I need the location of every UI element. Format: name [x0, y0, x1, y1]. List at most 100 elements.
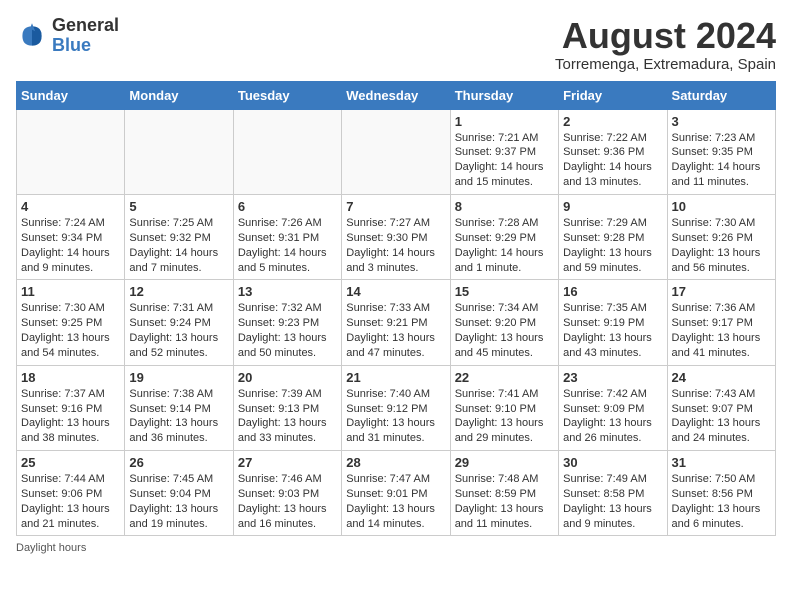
day-info: Sunrise: 7:25 AM Sunset: 9:32 PM Dayligh…	[129, 216, 228, 275]
day-info: Sunrise: 7:46 AM Sunset: 9:03 PM Dayligh…	[238, 472, 337, 531]
logo-line1: General	[52, 16, 119, 36]
day-info: Sunrise: 7:30 AM Sunset: 9:25 PM Dayligh…	[21, 301, 120, 360]
calendar-cell: 19 Sunrise: 7:38 AM Sunset: 9:14 PM Dayli…	[125, 365, 233, 450]
day-number: 27	[238, 455, 337, 470]
days-of-week-row: SundayMondayTuesdayWednesdayThursdayFrid…	[17, 81, 776, 109]
day-info: Sunrise: 7:39 AM Sunset: 9:13 PM Dayligh…	[238, 387, 337, 446]
calendar-cell: 8Sunrise: 7:28 AM Sunset: 9:29 PM Daylig…	[450, 194, 558, 279]
calendar-cell: 4 Sunrise: 7:24 AM Sunset: 9:34 PM Daylig…	[17, 194, 125, 279]
day-info: Sunrise: 7:36 AM Sunset: 9:17 PM Dayligh…	[672, 301, 771, 360]
calendar-table: SundayMondayTuesdayWednesdayThursdayFrid…	[16, 81, 776, 537]
calendar-cell: 2 Sunrise: 7:22 AM Sunset: 9:36 PM Daylig…	[559, 109, 667, 194]
day-info: Sunrise: 7:35 AM Sunset: 9:19 PM Dayligh…	[563, 301, 662, 360]
page-title: August 2024	[555, 16, 776, 56]
calendar-cell: 27 Sunrise: 7:46 AM Sunset: 9:03 PM Dayli…	[233, 451, 341, 536]
day-number: 17	[672, 284, 771, 299]
day-of-week-header: Saturday	[667, 81, 775, 109]
calendar-cell: 7 Sunrise: 7:27 AM Sunset: 9:30 PM Daylig…	[342, 194, 450, 279]
calendar-cell: 24Sunrise: 7:43 AM Sunset: 9:07 PM Dayli…	[667, 365, 775, 450]
day-number: 14	[346, 284, 445, 299]
day-info: Sunrise: 7:32 AM Sunset: 9:23 PM Dayligh…	[238, 301, 337, 360]
calendar-body: 1 Sunrise: 7:21 AM Sunset: 9:37 PM Daylig…	[17, 109, 776, 536]
calendar-week-row: 25 Sunrise: 7:44 AM Sunset: 9:06 PM Dayli…	[17, 451, 776, 536]
day-info: Sunrise: 7:49 AM Sunset: 8:58 PM Dayligh…	[563, 472, 662, 531]
day-number: 13	[238, 284, 337, 299]
day-number: 1	[455, 114, 554, 129]
day-of-week-header: Monday	[125, 81, 233, 109]
page-subtitle: Torremenga, Extremadura, Spain	[555, 56, 776, 73]
day-info: Sunrise: 7:21 AM Sunset: 9:37 PM Dayligh…	[455, 131, 554, 190]
day-number: 5	[129, 199, 228, 214]
day-number: 26	[129, 455, 228, 470]
day-info: Sunrise: 7:42 AM Sunset: 9:09 PM Dayligh…	[563, 387, 662, 446]
calendar-cell	[342, 109, 450, 194]
day-number: 9	[563, 199, 662, 214]
calendar-cell: 1 Sunrise: 7:21 AM Sunset: 9:37 PM Daylig…	[450, 109, 558, 194]
day-of-week-header: Sunday	[17, 81, 125, 109]
day-number: 7	[346, 199, 445, 214]
day-number: 31	[672, 455, 771, 470]
day-info: Sunrise: 7:41 AM Sunset: 9:10 PM Dayligh…	[455, 387, 554, 446]
day-of-week-header: Tuesday	[233, 81, 341, 109]
day-number: 2	[563, 114, 662, 129]
logo-text: General Blue	[52, 16, 119, 56]
calendar-cell: 29 Sunrise: 7:48 AM Sunset: 8:59 PM Dayli…	[450, 451, 558, 536]
day-info: Sunrise: 7:31 AM Sunset: 9:24 PM Dayligh…	[129, 301, 228, 360]
day-of-week-header: Friday	[559, 81, 667, 109]
calendar-cell: 14 Sunrise: 7:33 AM Sunset: 9:21 PM Dayli…	[342, 280, 450, 365]
day-number: 24	[672, 370, 771, 385]
calendar-cell: 17 Sunrise: 7:36 AM Sunset: 9:17 PM Dayli…	[667, 280, 775, 365]
day-info: Sunrise: 7:33 AM Sunset: 9:21 PM Dayligh…	[346, 301, 445, 360]
calendar-header: SundayMondayTuesdayWednesdayThursdayFrid…	[17, 81, 776, 109]
day-number: 8	[455, 199, 554, 214]
day-number: 28	[346, 455, 445, 470]
calendar-cell: 25 Sunrise: 7:44 AM Sunset: 9:06 PM Dayli…	[17, 451, 125, 536]
day-info: Sunrise: 7:34 AM Sunset: 9:20 PM Dayligh…	[455, 301, 554, 360]
title-block: August 2024 Torremenga, Extremadura, Spa…	[555, 16, 776, 73]
day-info: Sunrise: 7:23 AM Sunset: 9:35 PM Dayligh…	[672, 131, 771, 190]
calendar-cell: 20 Sunrise: 7:39 AM Sunset: 9:13 PM Dayli…	[233, 365, 341, 450]
day-number: 18	[21, 370, 120, 385]
day-number: 25	[21, 455, 120, 470]
day-number: 22	[455, 370, 554, 385]
day-number: 20	[238, 370, 337, 385]
day-number: 29	[455, 455, 554, 470]
calendar-cell: 9Sunrise: 7:29 AM Sunset: 9:28 PM Daylig…	[559, 194, 667, 279]
calendar-cell: 11Sunrise: 7:30 AM Sunset: 9:25 PM Dayli…	[17, 280, 125, 365]
day-info: Sunrise: 7:26 AM Sunset: 9:31 PM Dayligh…	[238, 216, 337, 275]
day-number: 4	[21, 199, 120, 214]
day-number: 16	[563, 284, 662, 299]
day-info: Sunrise: 7:44 AM Sunset: 9:06 PM Dayligh…	[21, 472, 120, 531]
calendar-cell: 30Sunrise: 7:49 AM Sunset: 8:58 PM Dayli…	[559, 451, 667, 536]
calendar-cell: 10Sunrise: 7:30 AM Sunset: 9:26 PM Dayli…	[667, 194, 775, 279]
calendar-week-row: 18Sunrise: 7:37 AM Sunset: 9:16 PM Dayli…	[17, 365, 776, 450]
day-info: Sunrise: 7:48 AM Sunset: 8:59 PM Dayligh…	[455, 472, 554, 531]
day-info: Sunrise: 7:22 AM Sunset: 9:36 PM Dayligh…	[563, 131, 662, 190]
calendar-cell: 22 Sunrise: 7:41 AM Sunset: 9:10 PM Dayli…	[450, 365, 558, 450]
day-info: Sunrise: 7:38 AM Sunset: 9:14 PM Dayligh…	[129, 387, 228, 446]
day-info: Sunrise: 7:27 AM Sunset: 9:30 PM Dayligh…	[346, 216, 445, 275]
calendar-cell	[233, 109, 341, 194]
calendar-cell: 13 Sunrise: 7:32 AM Sunset: 9:23 PM Dayli…	[233, 280, 341, 365]
day-number: 6	[238, 199, 337, 214]
day-info: Sunrise: 7:47 AM Sunset: 9:01 PM Dayligh…	[346, 472, 445, 531]
day-info: Sunrise: 7:24 AM Sunset: 9:34 PM Dayligh…	[21, 216, 120, 275]
day-info: Sunrise: 7:45 AM Sunset: 9:04 PM Dayligh…	[129, 472, 228, 531]
footer-note: Daylight hours	[16, 542, 776, 554]
logo-icon	[16, 20, 48, 52]
day-info: Sunrise: 7:50 AM Sunset: 8:56 PM Dayligh…	[672, 472, 771, 531]
day-number: 10	[672, 199, 771, 214]
calendar-cell: 31 Sunrise: 7:50 AM Sunset: 8:56 PM Dayli…	[667, 451, 775, 536]
logo: General Blue	[16, 16, 119, 56]
day-number: 12	[129, 284, 228, 299]
calendar-cell: 3 Sunrise: 7:23 AM Sunset: 9:35 PM Daylig…	[667, 109, 775, 194]
day-number: 19	[129, 370, 228, 385]
calendar-cell: 5 Sunrise: 7:25 AM Sunset: 9:32 PM Daylig…	[125, 194, 233, 279]
day-info: Sunrise: 7:40 AM Sunset: 9:12 PM Dayligh…	[346, 387, 445, 446]
calendar-cell	[17, 109, 125, 194]
calendar-week-row: 4 Sunrise: 7:24 AM Sunset: 9:34 PM Daylig…	[17, 194, 776, 279]
calendar-cell: 15Sunrise: 7:34 AM Sunset: 9:20 PM Dayli…	[450, 280, 558, 365]
calendar-cell: 12 Sunrise: 7:31 AM Sunset: 9:24 PM Dayli…	[125, 280, 233, 365]
calendar-week-row: 11Sunrise: 7:30 AM Sunset: 9:25 PM Dayli…	[17, 280, 776, 365]
day-number: 3	[672, 114, 771, 129]
